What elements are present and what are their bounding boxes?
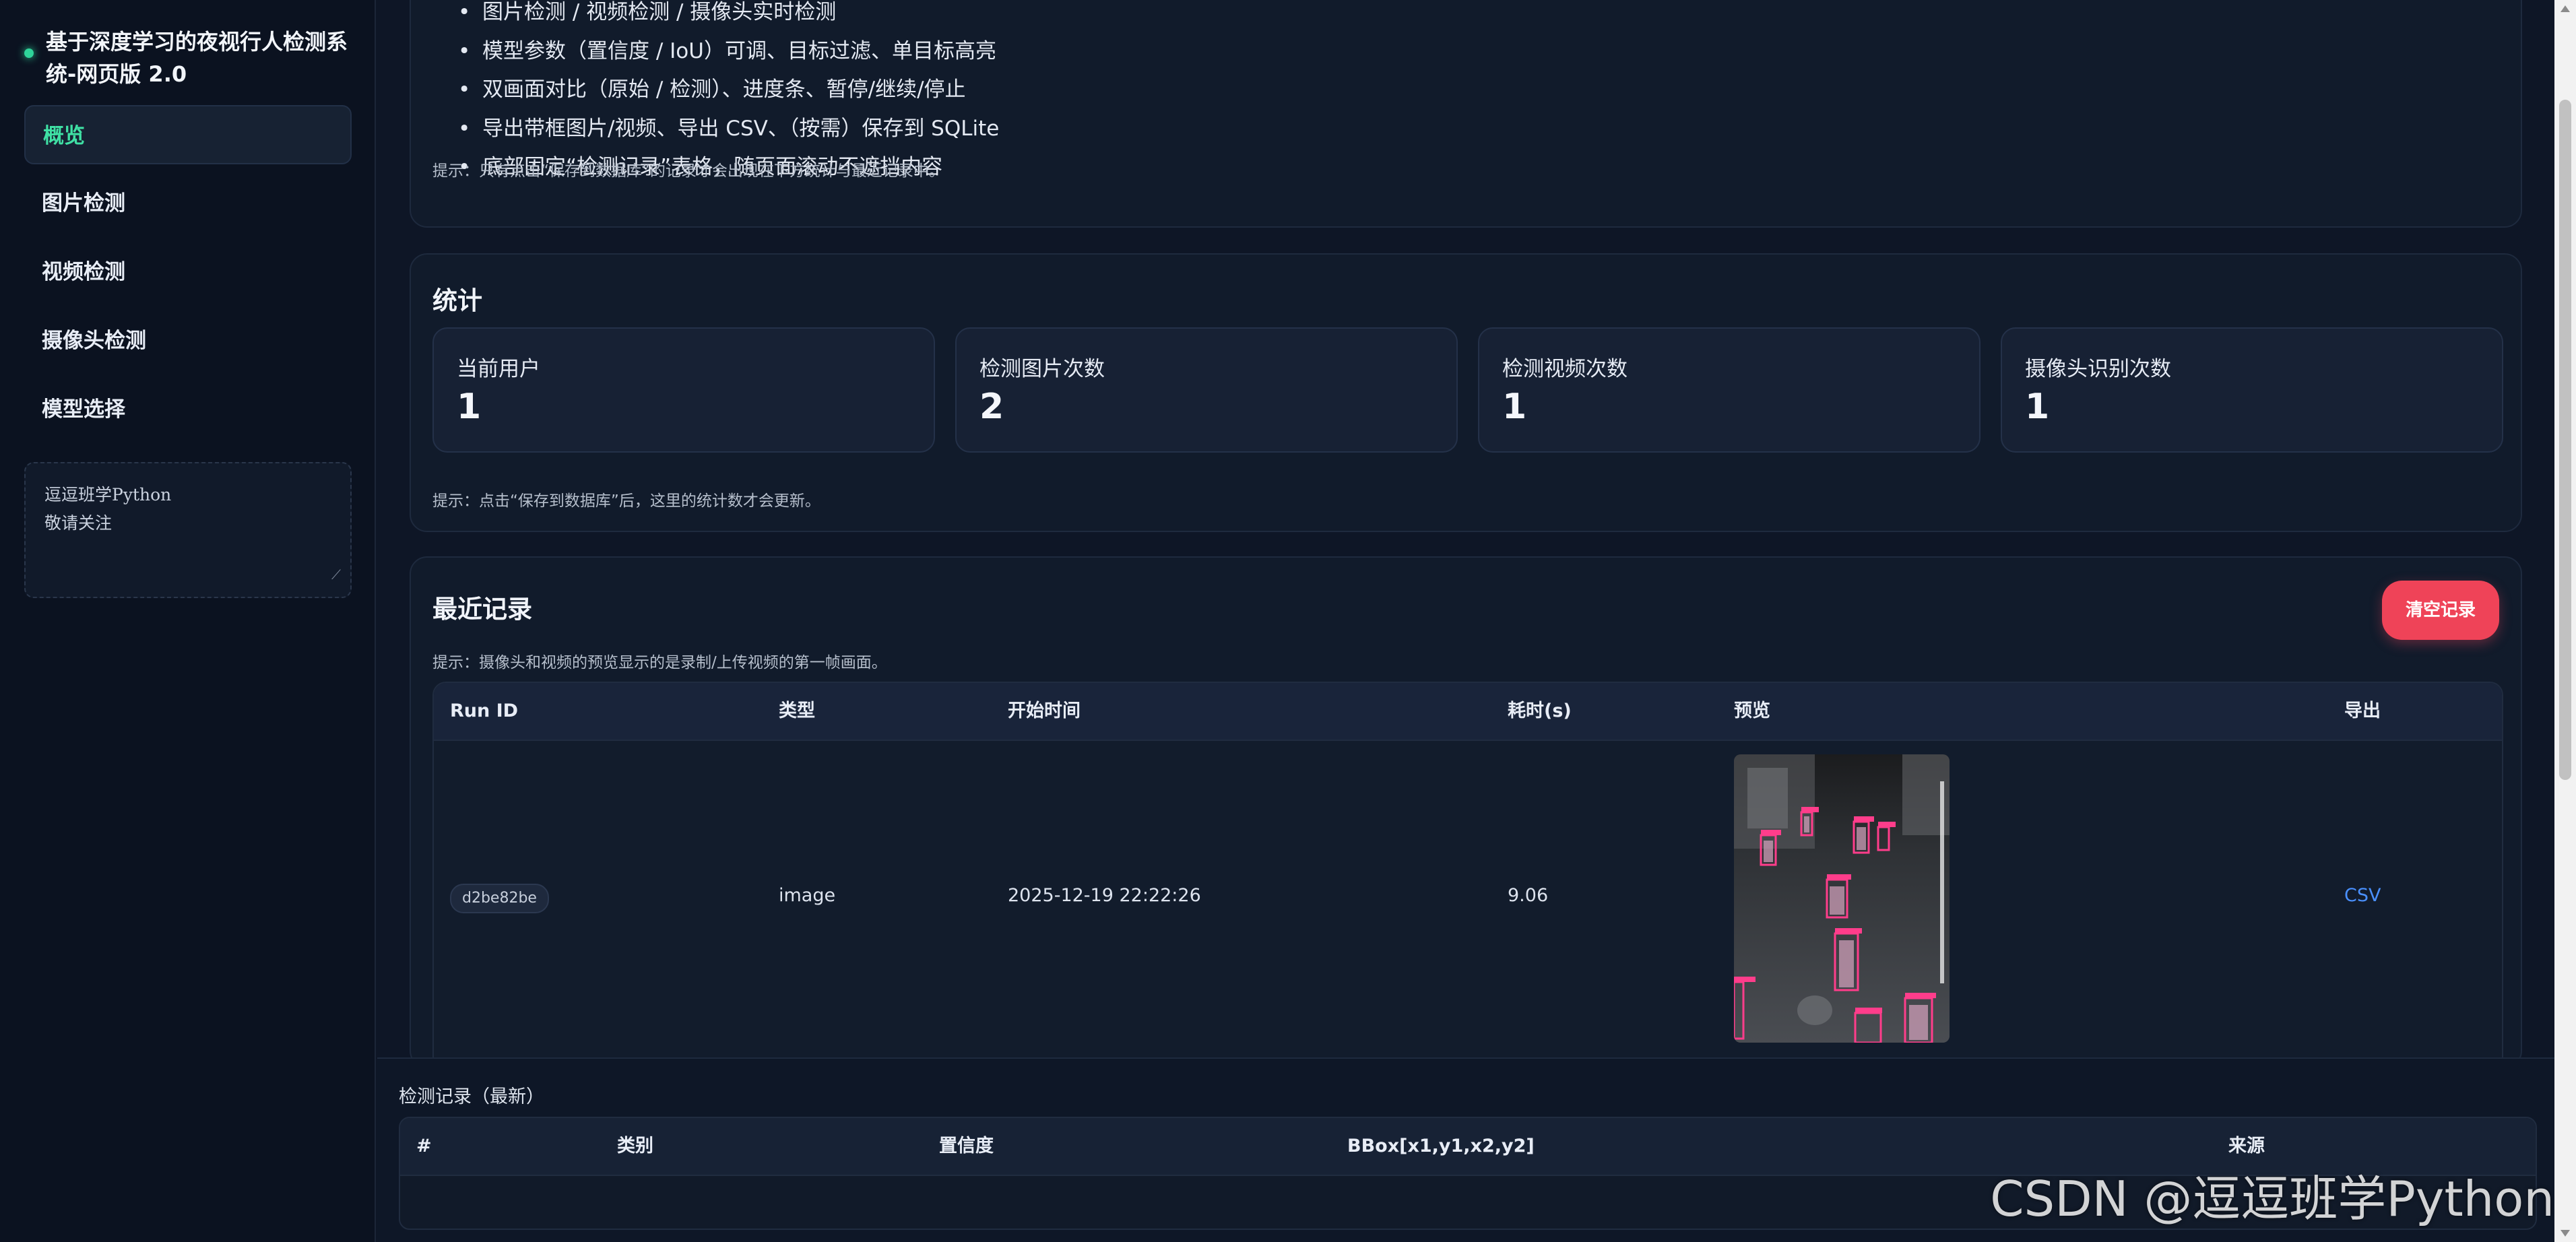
features-card: 图片检测 / 视频检测 / 摄像头实时检测 模型参数（置信度 / IoU）可调、… <box>410 0 2522 228</box>
scroll-down-arrow-icon[interactable] <box>2561 1230 2570 1237</box>
recent-hint: 提示：摄像头和视频的预览显示的是录制/上传视频的第一帧画面。 <box>432 654 887 672</box>
stat-value: 1 <box>457 387 482 427</box>
column-header: 类别 <box>617 1136 653 1156</box>
nav-item-overview[interactable]: 概览 <box>24 105 352 164</box>
table-header: Run ID 类型 开始时间 耗时(s) 预览 导出 <box>434 683 2502 740</box>
export-csv-link[interactable]: CSV <box>2344 741 2381 1051</box>
scroll-up-arrow-icon[interactable] <box>2561 5 2570 12</box>
stat-label: 检测图片次数 <box>979 357 1105 381</box>
stat-value: 1 <box>1502 387 1527 427</box>
sidebar-nav: 概览 图片检测 视频检测 摄像头检测 模型选择 <box>24 105 352 449</box>
clear-records-button[interactable]: 清空记录 <box>2382 581 2499 640</box>
stat-label: 检测视频次数 <box>1502 357 1628 381</box>
status-dot-icon <box>24 48 34 58</box>
stats-title: 统计 <box>432 286 482 315</box>
type-cell: image <box>779 885 836 906</box>
stat-label: 摄像头识别次数 <box>2025 357 2171 381</box>
thermal-preview-image <box>1734 754 1950 1043</box>
stat-value: 1 <box>2025 387 2050 427</box>
recent-records-card: 最近记录 清空记录 提示：摄像头和视频的预览显示的是录制/上传视频的第一帧画面。… <box>410 556 2522 1088</box>
feature-item: 模型参数（置信度 / IoU）可调、目标过滤、单目标高亮 <box>458 32 999 71</box>
scroll-thumb[interactable] <box>2559 100 2571 780</box>
column-header: BBox[x1,y1,x2,y2] <box>1347 1136 1535 1156</box>
recent-table: Run ID 类型 开始时间 耗时(s) 预览 导出 d2be82be imag… <box>432 682 2503 1088</box>
nav-item-video-detect[interactable]: 视频检测 <box>24 242 352 302</box>
nav-item-model-select[interactable]: 模型选择 <box>24 380 352 439</box>
page-scrollbar[interactable] <box>2554 0 2576 1242</box>
stat-camera-count: 摄像头识别次数 1 <box>2001 327 2503 453</box>
stat-label: 当前用户 <box>457 357 540 381</box>
stats-card: 统计 当前用户 1 检测图片次数 2 检测视频次数 1 摄像头识别次数 1 提示… <box>410 253 2522 532</box>
nav-item-camera-detect[interactable]: 摄像头检测 <box>24 311 352 370</box>
start-time-cell: 2025-12-19 22:22:26 <box>1008 885 1201 906</box>
preview-thumbnail[interactable] <box>1734 754 1950 1043</box>
table-row: d2be82be image 2025-12-19 22:22:26 9.06 <box>434 740 2502 1051</box>
stat-current-users: 当前用户 1 <box>432 327 935 453</box>
nav-item-image-detect[interactable]: 图片检测 <box>24 174 352 233</box>
features-hint: 提示：只有点击“保存到数据库”的记录才会出现在下方统计与最近记录中。 <box>432 162 944 180</box>
column-header: 类型 <box>779 700 815 721</box>
column-header: 导出 <box>2344 700 2381 721</box>
duration-cell: 9.06 <box>1508 885 1549 906</box>
note-line: 敬请关注 <box>44 513 112 533</box>
sidebar: 基于深度学习的夜视行人检测系统-网页版 2.0 概览 图片检测 视频检测 摄像头… <box>0 0 376 1242</box>
note-line: 逗逗班学Python <box>44 485 172 504</box>
column-header: # <box>416 1136 432 1156</box>
note-textarea[interactable]: 逗逗班学Python 敬请关注 ⟋ <box>24 462 352 598</box>
column-header: 耗时(s) <box>1508 700 1572 721</box>
app-title: 基于深度学习的夜视行人检测系统-网页版 2.0 <box>46 29 348 87</box>
detection-records-title: 检测记录（最新） <box>399 1086 544 1107</box>
main-content: 图片检测 / 视频检测 / 摄像头实时检测 模型参数（置信度 / IoU）可调、… <box>377 0 2554 1242</box>
feature-item: 导出带框图片/视频、导出 CSV、（按需）保存到 SQLite <box>458 110 999 149</box>
run-id-badge: d2be82be <box>450 884 549 913</box>
column-header: 预览 <box>1734 700 1770 721</box>
watermark: CSDN @逗逗班学Python <box>1990 1171 2554 1227</box>
brand: 基于深度学习的夜视行人检测系统-网页版 2.0 <box>24 26 361 90</box>
stats-hint: 提示：点击“保存到数据库”后，这里的统计数才会更新。 <box>432 492 820 510</box>
feature-item: 图片检测 / 视频检测 / 摄像头实时检测 <box>458 0 999 32</box>
column-header: Run ID <box>450 700 519 721</box>
recent-title: 最近记录 <box>432 595 532 624</box>
stat-video-count: 检测视频次数 1 <box>1478 327 1981 453</box>
column-header: 置信度 <box>939 1136 994 1156</box>
stat-image-count: 检测图片次数 2 <box>955 327 1458 453</box>
feature-item: 双画面对比（原始 / 检测）、进度条、暂停/继续/停止 <box>458 71 999 110</box>
column-header: 开始时间 <box>1008 700 1081 721</box>
resize-handle-icon[interactable]: ⟋ <box>331 560 341 589</box>
stat-value: 2 <box>979 387 1004 427</box>
